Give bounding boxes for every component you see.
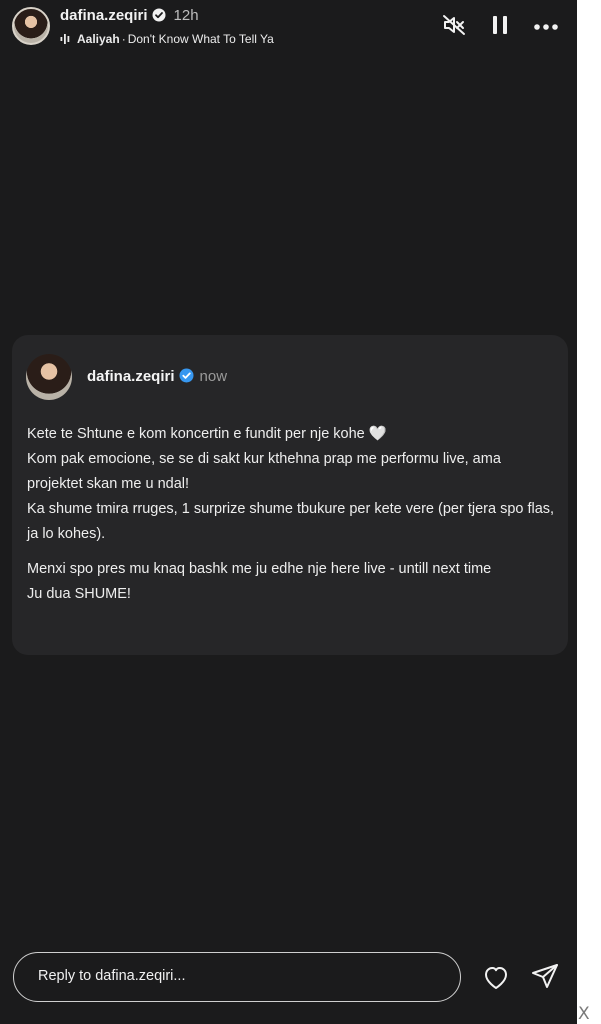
story-header: dafina.zeqiri 12h Aaliyah · Don't Know What… bbox=[0, 0, 577, 60]
post-username: dafina.zeqiri bbox=[87, 368, 175, 385]
post-line: Ju dua SHUME! bbox=[27, 586, 131, 602]
verified-icon bbox=[179, 368, 194, 387]
music-track[interactable]: Aaliyah · Don't Know What To Tell Ya bbox=[60, 32, 274, 48]
like-button[interactable] bbox=[481, 962, 511, 992]
more-options-button[interactable] bbox=[533, 14, 559, 40]
header-user: dafina.zeqiri 12h bbox=[60, 7, 199, 26]
share-button[interactable] bbox=[530, 962, 560, 992]
header-time: 12h bbox=[173, 7, 199, 24]
heart-icon bbox=[481, 967, 511, 996]
story-controls bbox=[441, 14, 559, 40]
reply-input[interactable]: Reply to dafina.zeqiri... bbox=[13, 952, 461, 1002]
mute-button[interactable] bbox=[441, 14, 467, 40]
story-viewer: dafina.zeqiri 12h Aaliyah · Don't Know What… bbox=[0, 0, 577, 1024]
post-line: Kete te Shtune e kom koncertin e fundit … bbox=[27, 426, 387, 442]
post-time: now bbox=[199, 368, 228, 385]
post-line: Ka shume tmira rruges, 1 surprize shume … bbox=[27, 501, 555, 542]
music-bars-icon bbox=[60, 33, 72, 48]
more-dots-icon bbox=[533, 18, 559, 36]
avatar[interactable] bbox=[12, 7, 50, 45]
speaker-muted-icon bbox=[442, 13, 466, 42]
pause-icon bbox=[489, 14, 511, 41]
close-button[interactable]: X bbox=[578, 1004, 590, 1024]
send-icon bbox=[530, 964, 560, 996]
shared-post-card[interactable]: dafina.zeqiri now Kete te Shtune e kom ko… bbox=[12, 335, 568, 655]
pause-button[interactable] bbox=[487, 14, 513, 40]
post-text: Kete te Shtune e kom koncertin e fundit … bbox=[27, 422, 556, 607]
post-line: Menxi spo pres mu knaq bashk me ju edhe … bbox=[27, 561, 492, 577]
verified-icon bbox=[152, 8, 166, 26]
music-title: Don't Know What To Tell Ya bbox=[127, 32, 274, 46]
post-user: dafina.zeqiri now bbox=[87, 368, 227, 387]
music-separator: · bbox=[121, 32, 126, 46]
post-avatar bbox=[26, 354, 72, 400]
post-line: Kom pak emocione, se se di sakt kur kthe… bbox=[27, 451, 501, 492]
header-username[interactable]: dafina.zeqiri bbox=[60, 7, 148, 24]
reply-placeholder: Reply to dafina.zeqiri... bbox=[38, 968, 186, 984]
music-artist: Aaliyah bbox=[77, 32, 120, 46]
